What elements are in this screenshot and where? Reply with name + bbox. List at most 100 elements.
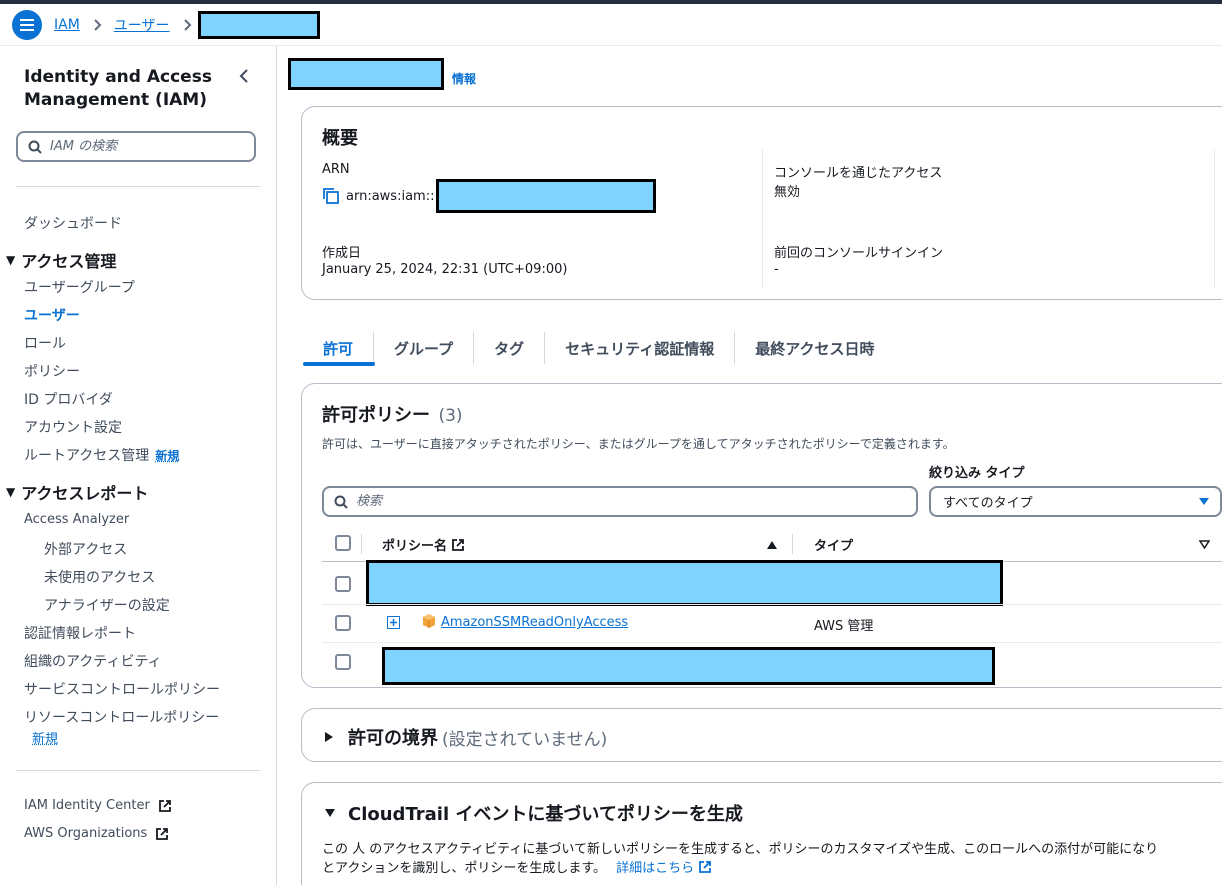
sidebar-search[interactable] xyxy=(16,131,256,162)
policies-heading: 許可ポリシー (3) xyxy=(322,401,463,427)
search-icon xyxy=(28,140,42,154)
console-access-label: コンソールを通じたアクセス xyxy=(774,166,943,181)
table-row-redacted xyxy=(382,647,995,685)
plus-icon xyxy=(390,619,397,626)
row-checkbox[interactable] xyxy=(335,654,351,670)
sidebar-item-organizations[interactable]: AWS Organizations xyxy=(24,826,169,841)
external-link-icon[interactable] xyxy=(698,860,712,874)
sidebar-section-label: アクセスレポート xyxy=(21,484,149,503)
tab-security-credentials[interactable]: セキュリティ認証情報 xyxy=(545,332,736,364)
sidebar-item-rcp[interactable]: リソースコントロールポリシー xyxy=(24,707,219,727)
sidebar-item-unused-access[interactable]: 未使用のアクセス xyxy=(44,567,155,587)
tab-tags[interactable]: タグ xyxy=(474,332,546,364)
menu-button[interactable] xyxy=(12,9,42,40)
search-icon xyxy=(334,495,348,509)
permissions-boundary-status: (設定されていません) xyxy=(442,729,608,750)
sidebar-item-label: AWS Organizations xyxy=(24,826,148,841)
created-label: 作成日 xyxy=(322,246,362,261)
col-policy-name-label: ポリシー名 xyxy=(382,539,448,554)
sidebar-item-analyzer-settings[interactable]: アナライザーの設定 xyxy=(44,595,170,615)
caret-down-icon xyxy=(1199,498,1209,505)
copy-icon[interactable] xyxy=(322,187,340,205)
tab-last-accessed[interactable]: 最終アクセス日時 xyxy=(735,332,894,364)
sidebar-section-label: アクセス管理 xyxy=(21,252,117,271)
chevron-right-icon xyxy=(183,18,192,31)
permissions-boundary-header[interactable]: 許可の境界 (設定されていません) xyxy=(324,724,607,750)
row-checkbox[interactable] xyxy=(335,615,351,631)
chevron-left-icon xyxy=(239,69,248,83)
breadcrumb-redacted-username xyxy=(197,10,320,39)
summary-divider xyxy=(762,149,763,289)
sidebar-title: Identity and Access Management (IAM) xyxy=(24,67,212,110)
select-all-checkbox[interactable] xyxy=(335,535,351,551)
sidebar-item-identity-providers[interactable]: ID プロバイダ xyxy=(24,389,113,409)
col-policy-name[interactable]: ポリシー名 xyxy=(382,535,465,554)
table-row-line xyxy=(322,604,1222,605)
new-badge: 新規 xyxy=(32,728,58,747)
cloudtrail-title: CloudTrail イベントに基づいてポリシーを生成 xyxy=(348,804,743,825)
info-link[interactable]: 情報 xyxy=(452,70,476,87)
sidebar-divider xyxy=(16,186,260,187)
sidebar-item-account-settings[interactable]: アカウント設定 xyxy=(24,417,122,437)
policies-description: 許可は、ユーザーに直接アタッチされたポリシー、またはグループを通してアタッチされ… xyxy=(322,437,955,451)
arn-prefix: arn:aws:iam:: xyxy=(346,188,435,204)
sidebar-section-access-reports[interactable]: ▼ アクセスレポート xyxy=(6,480,148,504)
breadcrumb-iam[interactable]: IAM xyxy=(54,17,80,33)
console-access-value: 無効 xyxy=(774,185,801,200)
cloudtrail-description-text: とアクションを識別し、ポリシーを生成します。 xyxy=(322,861,607,876)
caret-down-icon: ▼ xyxy=(6,485,16,499)
sidebar-item-label: ルートアクセス管理 xyxy=(24,448,150,464)
sidebar-item-roles[interactable]: ロール xyxy=(24,333,66,353)
aws-managed-policy-icon xyxy=(423,614,435,628)
sort-ascending-icon[interactable] xyxy=(766,540,778,550)
policies-count: (3) xyxy=(438,406,463,426)
sidebar-item-access-analyzer[interactable]: Access Analyzer xyxy=(24,512,129,527)
sidebar-item-users[interactable]: ユーザー xyxy=(24,305,80,325)
row-checkbox[interactable] xyxy=(335,576,351,592)
sidebar-item-user-groups[interactable]: ユーザーグループ xyxy=(24,277,135,297)
sidebar-item-credential-report[interactable]: 認証情報レポート xyxy=(24,623,136,643)
sidebar-search-input[interactable] xyxy=(50,139,240,154)
tab-permissions[interactable]: 許可 xyxy=(303,332,375,364)
cloudtrail-description-line2: とアクションを識別し、ポリシーを生成します。 詳細はこちら xyxy=(322,857,712,876)
chevron-right-icon xyxy=(94,18,102,31)
permissions-boundary-title: 許可の境界 xyxy=(348,728,438,749)
column-divider xyxy=(792,534,793,554)
col-type[interactable]: タイプ xyxy=(814,535,853,554)
tab-groups[interactable]: グループ xyxy=(374,332,475,364)
permissions-boundary-card[interactable]: 許可の境界 (設定されていません) xyxy=(301,708,1222,762)
policy-search[interactable] xyxy=(322,486,918,517)
policy-search-input[interactable] xyxy=(356,494,896,509)
learn-more-link[interactable]: 詳細はこちら xyxy=(616,857,694,876)
caret-down-icon xyxy=(325,809,335,817)
sidebar-item-dashboard[interactable]: ダッシュボード xyxy=(24,213,122,233)
external-link-icon xyxy=(156,827,169,840)
created-value: January 25, 2024, 22:31 (UTC+09:00) xyxy=(322,262,568,277)
summary-divider xyxy=(1214,149,1215,289)
caret-down-icon: ▼ xyxy=(6,253,16,267)
breadcrumb-users[interactable]: ユーザー xyxy=(114,15,170,35)
table-row-line xyxy=(322,642,1222,643)
sidebar-item-external-access[interactable]: 外部アクセス xyxy=(44,539,127,559)
cloudtrail-policy-card: CloudTrail イベントに基づいてポリシーを生成 この 人 のアクセスアク… xyxy=(301,782,1222,885)
breadcrumb-bar: IAM ユーザー xyxy=(0,4,1222,46)
sidebar-section-access-management[interactable]: ▼ アクセス管理 xyxy=(6,248,116,272)
sidebar-item-org-activity[interactable]: 組織のアクティビティ xyxy=(24,651,162,671)
active-tab-indicator xyxy=(303,362,375,366)
new-badge: 新規 xyxy=(155,449,180,463)
arn-value: arn:aws:iam:: xyxy=(322,179,657,213)
type-filter-select[interactable]: すべてのタイプ xyxy=(929,486,1222,517)
policy-link-amazonssmreadonlyaccess[interactable]: AmazonSSMReadOnlyAccess xyxy=(441,615,628,630)
arn-redacted xyxy=(436,179,657,213)
policies-title: 許可ポリシー xyxy=(322,405,430,426)
sidebar-item-identity-center[interactable]: IAM Identity Center xyxy=(24,798,172,813)
sidebar-item-scp[interactable]: サービスコントロールポリシー xyxy=(24,679,220,699)
table-row-redacted xyxy=(366,560,1003,606)
sidebar-divider xyxy=(16,770,260,771)
sidebar-item-root-access[interactable]: ルートアクセス管理 新規 xyxy=(24,445,179,465)
cloudtrail-header[interactable]: CloudTrail イベントに基づいてポリシーを生成 xyxy=(324,800,743,826)
expand-row-button[interactable] xyxy=(387,616,400,629)
sidebar-item-policies[interactable]: ポリシー xyxy=(24,361,80,381)
collapse-sidebar-button[interactable] xyxy=(238,68,254,84)
sort-icon[interactable] xyxy=(1199,540,1210,549)
